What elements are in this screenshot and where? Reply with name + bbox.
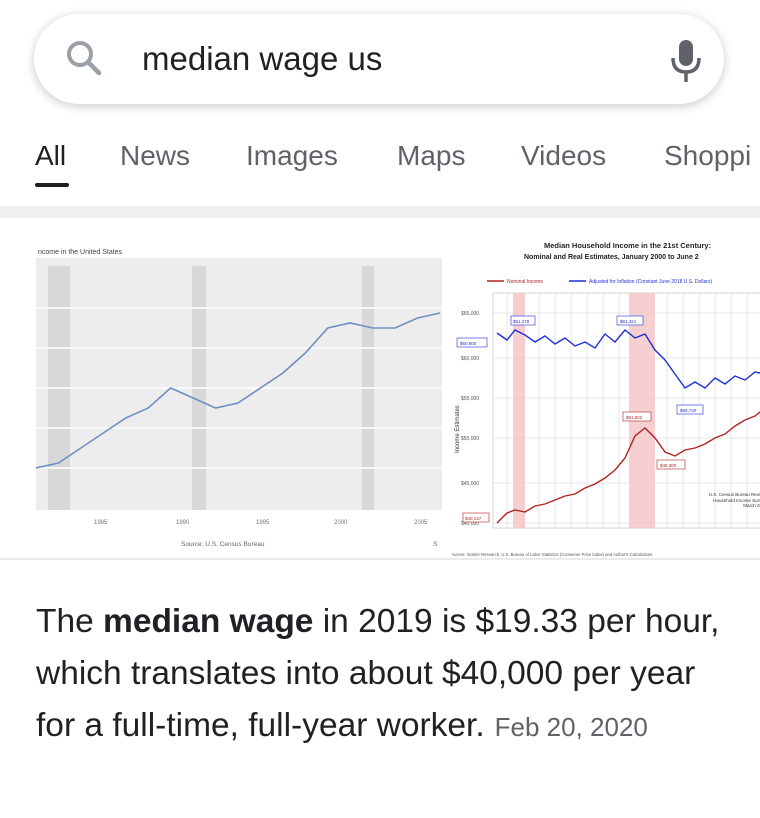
section-divider — [0, 206, 760, 218]
recession-band-2 — [629, 293, 655, 528]
featured-answer: The median wage in 2019 is $19.33 per ho… — [36, 596, 726, 753]
y-tick-65000: $65,000 — [461, 311, 479, 317]
search-icon[interactable] — [64, 38, 104, 78]
chart-title-partial: ncome in the United States — [38, 249, 123, 256]
y-axis-label: Income Estimates — [455, 405, 461, 453]
y-tick-55000: $55,000 — [461, 396, 479, 402]
y-tick-45000: $45,000 — [461, 481, 479, 487]
chart-source: Source: U.S. Census Bureau — [181, 541, 265, 548]
answer-bold-term: median wage — [103, 603, 314, 640]
image-result-income-chart[interactable]: ncome in the United States 1985 1990 199… — [36, 238, 442, 560]
x-tick-2000: 2000 — [334, 520, 348, 526]
next-image-partial-label: S — [433, 541, 438, 548]
x-tick-1985: 1985 — [94, 520, 108, 526]
callout-real-low: $56,720 — [680, 408, 697, 413]
tab-shopping[interactable]: Shoppi — [664, 140, 751, 172]
callout-nominal-start: $40,147 — [465, 516, 482, 521]
y-tick-60000: $60,000 — [461, 356, 479, 362]
legend-nominal: Nominal Income — [507, 279, 543, 285]
callout-nominal-peak: $51,822 — [626, 415, 643, 420]
active-tab-indicator — [35, 183, 69, 187]
search-bar[interactable]: median wage us — [34, 14, 724, 104]
chart2-source: Sources: Sentier Research, U.S. Bureau o… — [449, 552, 652, 557]
search-query[interactable]: median wage us — [142, 40, 382, 78]
y-tick-50000: $50,000 — [461, 436, 479, 442]
tab-maps[interactable]: Maps — [397, 140, 465, 172]
answer-date: Feb 20, 2020 — [494, 712, 648, 742]
tab-images[interactable]: Images — [246, 140, 338, 172]
strip-bottom-divider — [0, 558, 760, 560]
callout-real-2000: $61,270 — [513, 319, 530, 324]
x-tick-1995: 1995 — [256, 520, 270, 526]
chart2-title-line2: Nominal and Real Estimates, January 2000… — [524, 254, 699, 261]
image-result-household-income-chart[interactable]: Median Household Income in the 21st Cent… — [449, 238, 760, 560]
x-tick-2005: 2005 — [414, 520, 428, 526]
microphone-icon[interactable] — [666, 36, 706, 86]
recession-band-1 — [513, 293, 525, 528]
answer-text-before: The — [36, 603, 104, 640]
tab-all[interactable]: All — [35, 140, 66, 172]
chart2-title-line1: Median Household Income in the 21st Cent… — [544, 241, 711, 250]
legend-real: Adjusted for Inflation (Constant June 20… — [589, 279, 712, 285]
callout-real-start: $60,600 — [460, 341, 477, 346]
callout-nominal-low: $48,300 — [660, 463, 677, 468]
tab-news[interactable]: News — [120, 140, 190, 172]
chart2-note: U.S. Census Bureau Review: Household Inc… — [708, 492, 760, 508]
image-results-strip: ncome in the United States 1985 1990 199… — [0, 218, 760, 560]
search-tabs: All News Images Maps Videos Shoppi — [0, 140, 760, 192]
callout-real-2007: $61,421 — [620, 319, 637, 324]
x-tick-1990: 1990 — [176, 520, 190, 526]
tab-videos[interactable]: Videos — [521, 140, 606, 172]
